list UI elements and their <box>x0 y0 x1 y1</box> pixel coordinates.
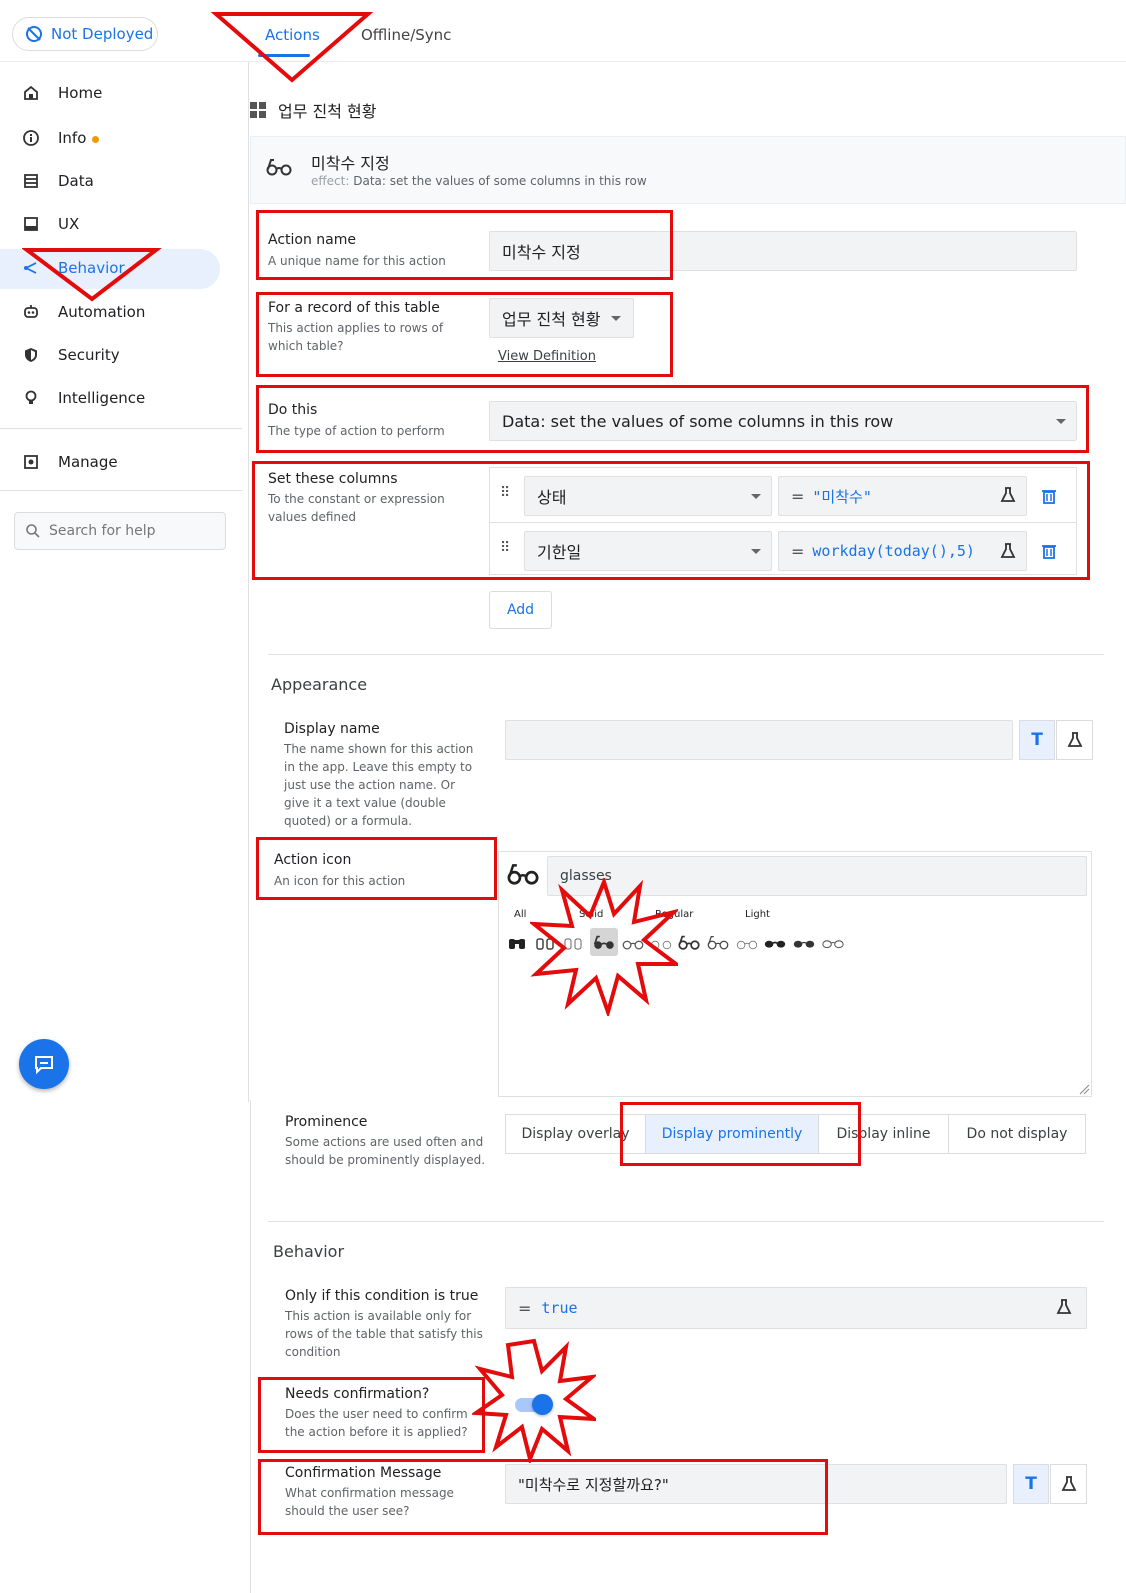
sidebar-item-home[interactable]: Home <box>22 75 102 111</box>
binoculars-icon[interactable] <box>508 934 526 950</box>
annotation-box-action-icon <box>256 837 497 900</box>
annotation-box-record-table <box>256 292 673 377</box>
glasses-icon[interactable] <box>736 934 758 951</box>
ux-icon <box>24 217 38 231</box>
table-title-text: 업무 진척 현황 <box>278 102 377 121</box>
shield-icon <box>25 348 37 362</box>
condition-help: This action is available only for rows o… <box>285 1309 483 1359</box>
annotation-box-confirmation-message <box>258 1459 828 1535</box>
prominence-option-none[interactable]: Do not display <box>948 1114 1086 1154</box>
equals-sign: = <box>518 1298 532 1318</box>
prominence-label-group: Prominence Some actions are used often a… <box>285 1114 485 1169</box>
manage-icon <box>24 455 38 469</box>
deploy-status-pill[interactable]: Not Deployed <box>12 17 158 51</box>
sidebar-item-label: Home <box>58 84 103 102</box>
annotation-box-do-this <box>256 385 1089 453</box>
appearance-section-title: Appearance <box>271 675 368 694</box>
text-mode-button[interactable]: T <box>1019 720 1055 760</box>
prominence-label: Prominence <box>285 1114 368 1130</box>
table-title: 업무 진척 현황 <box>250 98 377 122</box>
annotation-starburst-toggle <box>472 1338 596 1463</box>
info-notification-dot <box>92 136 100 143</box>
sunglasses-icon[interactable] <box>822 934 844 951</box>
icon-filter-light[interactable]: Light <box>745 909 770 920</box>
sidebar-item-label: Data <box>58 172 94 190</box>
info-icon <box>23 130 39 146</box>
sidebar-item-data[interactable]: Data <box>22 163 94 199</box>
search-icon <box>26 524 40 538</box>
display-name-label: Display name <box>284 721 380 737</box>
sidebar-item-label: Manage <box>58 453 118 471</box>
sidebar-item-label: Security <box>58 346 120 364</box>
sidebar-item-ux[interactable]: UX <box>22 206 79 242</box>
annotation-box-set-columns <box>252 461 1090 580</box>
flask-icon[interactable] <box>1056 1299 1072 1315</box>
glasses-icon[interactable] <box>707 934 729 951</box>
annotation-box-action-name <box>256 210 673 280</box>
icon-filter-all[interactable]: All <box>514 909 526 920</box>
display-name-input[interactable] <box>505 720 1013 760</box>
lightbulb-icon <box>25 390 37 404</box>
sidebar-border <box>248 62 249 1102</box>
text-mode-button[interactable]: T <box>1013 1464 1049 1504</box>
sidebar-divider <box>0 490 242 491</box>
condition-input[interactable]: = true <box>505 1287 1087 1329</box>
home-icon <box>24 85 38 100</box>
add-column-button[interactable]: Add <box>489 591 552 629</box>
sidebar-item-intelligence[interactable]: Intelligence <box>22 380 145 416</box>
automation-icon <box>24 305 38 318</box>
sidebar-item-label: Intelligence <box>58 389 146 407</box>
sunglasses-icon[interactable] <box>764 934 786 951</box>
display-name-label-group: Display name The name shown for this act… <box>284 721 484 830</box>
search-placeholder: Search for help <box>49 523 156 539</box>
behavior-section-title: Behavior <box>273 1242 345 1261</box>
annotation-arrow-actions <box>210 12 374 83</box>
top-divider <box>0 61 1126 62</box>
annotation-arrow-behavior <box>22 248 162 302</box>
glasses-icon[interactable] <box>678 934 700 951</box>
action-card-title: 미착수 지정 <box>311 154 390 173</box>
section-divider <box>268 654 1104 655</box>
sidebar-border-lower <box>250 1100 251 1593</box>
sidebar-item-manage[interactable]: Manage <box>22 444 118 480</box>
sidebar-item-label: Info <box>58 129 100 147</box>
prominence-help: Some actions are used often and should b… <box>285 1135 486 1167</box>
condition-label-group: Only if this condition is true This acti… <box>285 1288 485 1361</box>
deploy-status-label: Not Deployed <box>51 25 154 43</box>
condition-value: true <box>541 1299 578 1317</box>
sidebar-divider <box>0 428 242 429</box>
glasses-icon <box>266 159 292 176</box>
action-card-effect: effect: Data: set the values of some col… <box>311 174 647 188</box>
sunglasses-icon[interactable] <box>793 934 815 951</box>
grid-icon <box>250 102 266 118</box>
chat-button[interactable] <box>19 1039 69 1089</box>
annotation-starburst-icon <box>530 878 678 1016</box>
annotation-box-needs-confirmation <box>258 1377 485 1453</box>
help-search-input[interactable]: Search for help <box>14 512 226 550</box>
resize-handle-icon[interactable] <box>1078 1083 1090 1095</box>
sidebar-item-info[interactable]: Info <box>22 120 100 156</box>
annotation-box-prominence <box>620 1102 861 1166</box>
condition-label: Only if this condition is true <box>285 1288 479 1304</box>
chat-icon <box>35 1056 53 1075</box>
display-name-help: The name shown for this action in the ap… <box>284 742 474 828</box>
not-deployed-icon <box>26 26 42 42</box>
flask-icon[interactable] <box>1061 1476 1077 1492</box>
section-divider <box>268 1221 1104 1222</box>
formula-mode-button[interactable] <box>1056 720 1093 760</box>
sidebar-item-label: UX <box>58 215 80 233</box>
sidebar-item-security[interactable]: Security <box>22 337 120 373</box>
data-icon <box>24 174 38 188</box>
sidebar-item-label: Automation <box>58 303 146 321</box>
